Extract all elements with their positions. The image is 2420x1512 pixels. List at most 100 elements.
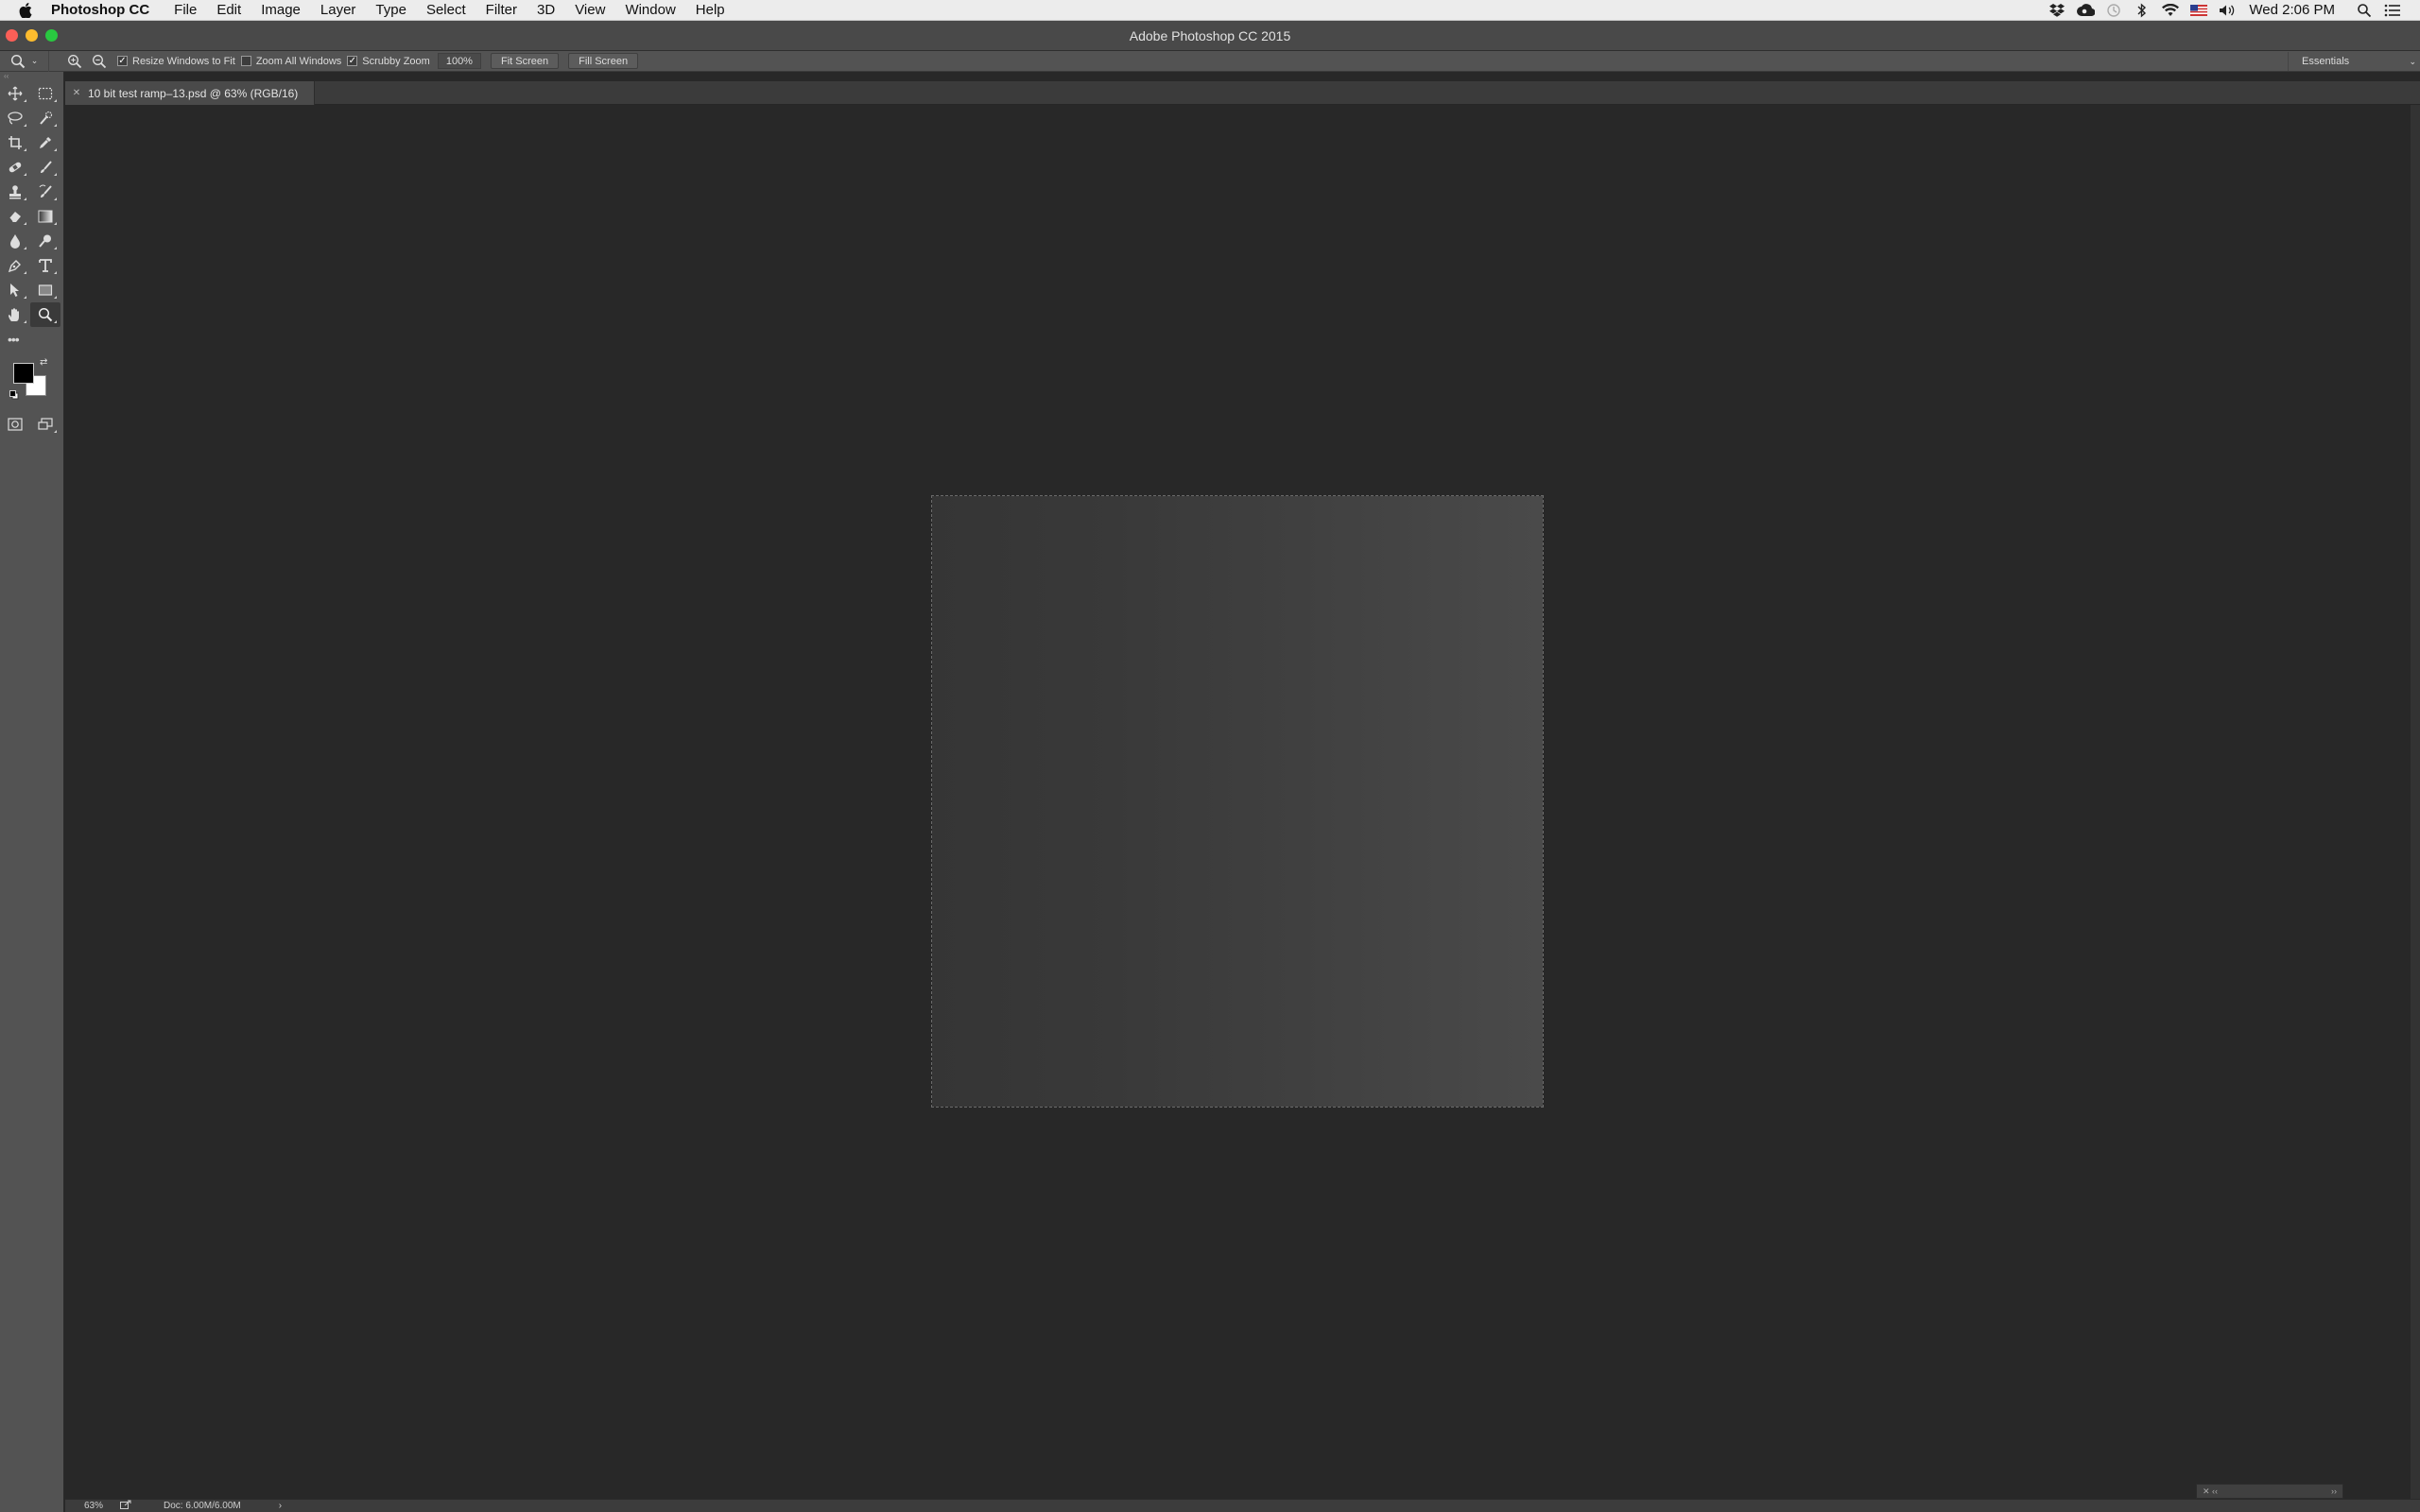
maximize-window-button[interactable] xyxy=(45,29,58,42)
apple-menu-icon[interactable] xyxy=(0,2,51,18)
dodge-tool[interactable] xyxy=(30,229,60,253)
lasso-tool[interactable] xyxy=(0,106,30,130)
clone-stamp-tool[interactable] xyxy=(0,180,30,204)
status-bar: 63% Doc: 6.00M/6.00M › xyxy=(65,1499,2420,1512)
move-tool[interactable] xyxy=(0,81,30,106)
checkbox-unchecked[interactable] xyxy=(240,56,251,66)
spotlight-search-icon[interactable] xyxy=(2350,3,2378,18)
menu-window[interactable]: Window xyxy=(625,2,675,18)
status-menu-arrow[interactable]: › xyxy=(279,1501,282,1511)
fit-screen-button[interactable]: Fit Screen xyxy=(490,53,560,69)
default-colors-icon[interactable] xyxy=(9,387,19,400)
close-window-button[interactable] xyxy=(6,29,18,42)
checkbox-checked[interactable]: ✓ xyxy=(117,56,128,66)
scrubby-zoom-label: Scrubby Zoom xyxy=(362,55,430,67)
zoom-icon xyxy=(38,307,53,322)
brush-tool[interactable] xyxy=(30,155,60,180)
quick-mask-button[interactable] xyxy=(0,412,30,437)
menu-type[interactable]: Type xyxy=(375,2,406,18)
foreground-color-swatch[interactable] xyxy=(13,363,34,384)
blur-tool[interactable] xyxy=(0,229,30,253)
share-icon[interactable] xyxy=(120,1500,143,1512)
quick-selection-tool[interactable] xyxy=(30,106,60,130)
window-controls xyxy=(6,29,58,42)
brush-icon xyxy=(41,161,52,173)
gradient-icon xyxy=(38,210,53,223)
checkbox-checked[interactable]: ✓ xyxy=(347,56,358,66)
zoom-all-windows-label: Zoom All Windows xyxy=(255,55,342,67)
bluetooth-icon[interactable] xyxy=(2128,2,2156,18)
rectangle-icon xyxy=(38,284,53,296)
pen-tool[interactable] xyxy=(0,253,30,278)
quick-selection-icon xyxy=(40,111,53,125)
fill-screen-button[interactable]: Fill Screen xyxy=(568,53,639,69)
more-icon: ••• xyxy=(8,332,20,347)
menubar-clock[interactable]: Wed 2:06 PM xyxy=(2249,2,2335,18)
zoom-100-button[interactable]: 100% xyxy=(437,53,481,69)
mac-menu-bar: Photoshop CC File Edit Image Layer Type … xyxy=(0,0,2420,21)
zoom-out-button[interactable] xyxy=(87,54,112,69)
menu-edit[interactable]: Edit xyxy=(216,2,241,18)
document-tab-bar: ✕ 10 bit test ramp–13.psd @ 63% (RGB/16) xyxy=(65,81,2420,105)
minimize-window-button[interactable] xyxy=(26,29,38,42)
resize-windows-checkbox[interactable]: ✓ Resize Windows to Fit xyxy=(117,56,235,67)
notification-center-icon[interactable] xyxy=(2378,4,2407,17)
menu-image[interactable]: Image xyxy=(261,2,301,18)
us-flag-icon[interactable] xyxy=(2185,4,2213,16)
canvas-workspace[interactable] xyxy=(65,105,2411,1499)
path-selection-tool[interactable] xyxy=(0,278,30,302)
menu-3d[interactable]: 3D xyxy=(537,2,555,18)
zoom-tool[interactable] xyxy=(30,302,60,327)
close-tab-icon[interactable]: ✕ xyxy=(65,88,88,98)
volume-icon[interactable] xyxy=(2213,4,2241,17)
zoom-in-button[interactable] xyxy=(62,54,87,69)
tool-preset-picker[interactable]: ⌄ xyxy=(0,50,49,72)
type-icon xyxy=(39,259,52,272)
gradient-tool[interactable] xyxy=(30,204,60,229)
collapsed-panel[interactable]: ✕ ‹‹ ›› xyxy=(2196,1484,2343,1499)
window-title-bar: Adobe Photoshop CC 2015 xyxy=(0,21,2420,51)
swap-colors-icon[interactable]: ⇄ xyxy=(40,357,47,368)
tools-panel: ‹‹ ••• ⇄ xyxy=(0,72,64,1512)
chevron-down-icon: ⌄ xyxy=(2409,56,2416,66)
stamp-icon xyxy=(9,185,21,199)
wifi-icon[interactable] xyxy=(2156,3,2185,17)
crop-icon xyxy=(9,136,22,149)
menu-view[interactable]: View xyxy=(575,2,605,18)
screen-mode-button[interactable] xyxy=(30,412,60,437)
zoom-out-icon xyxy=(93,54,107,68)
dropbox-icon[interactable] xyxy=(2043,3,2071,18)
eraser-tool[interactable] xyxy=(0,204,30,229)
app-name-menu[interactable]: Photoshop CC xyxy=(51,2,149,18)
expand-panel-icon[interactable]: ›› xyxy=(2331,1486,2337,1496)
crop-tool[interactable] xyxy=(0,130,30,155)
spot-healing-brush-tool[interactable] xyxy=(0,155,30,180)
hand-tool[interactable] xyxy=(0,302,30,327)
scrubby-zoom-checkbox[interactable]: ✓ Scrubby Zoom xyxy=(347,56,430,67)
close-panel-icon[interactable]: ✕ ‹‹ xyxy=(2203,1486,2218,1497)
zoom-all-windows-checkbox[interactable]: Zoom All Windows xyxy=(240,55,342,67)
menu-help[interactable]: Help xyxy=(696,2,725,18)
panel-grip-icon[interactable]: ‹‹ xyxy=(0,72,63,81)
document-tab[interactable]: ✕ 10 bit test ramp–13.psd @ 63% (RGB/16) xyxy=(65,81,315,105)
menu-select[interactable]: Select xyxy=(426,2,466,18)
type-tool[interactable] xyxy=(30,253,60,278)
pen-icon xyxy=(8,260,21,273)
dodge-icon xyxy=(39,234,51,248)
edit-toolbar-button[interactable]: ••• xyxy=(0,327,30,352)
creative-cloud-icon[interactable] xyxy=(2071,3,2100,17)
rectangular-marquee-tool[interactable] xyxy=(30,81,60,106)
marquee-icon xyxy=(38,87,53,100)
chevron-down-icon: ⌄ xyxy=(30,56,39,65)
document-canvas[interactable] xyxy=(931,495,1544,1108)
menu-file[interactable]: File xyxy=(174,2,197,18)
zoom-level-readout[interactable]: 63% xyxy=(65,1501,120,1511)
rectangle-tool[interactable] xyxy=(30,278,60,302)
time-machine-icon[interactable] xyxy=(2100,3,2128,18)
arrow-pointer-icon xyxy=(10,284,19,297)
menu-filter[interactable]: Filter xyxy=(486,2,517,18)
history-brush-tool[interactable] xyxy=(30,180,60,204)
eyedropper-tool[interactable] xyxy=(30,130,60,155)
workspace-switcher[interactable]: Essentials ⌄ xyxy=(2288,52,2420,71)
menu-layer[interactable]: Layer xyxy=(320,2,356,18)
